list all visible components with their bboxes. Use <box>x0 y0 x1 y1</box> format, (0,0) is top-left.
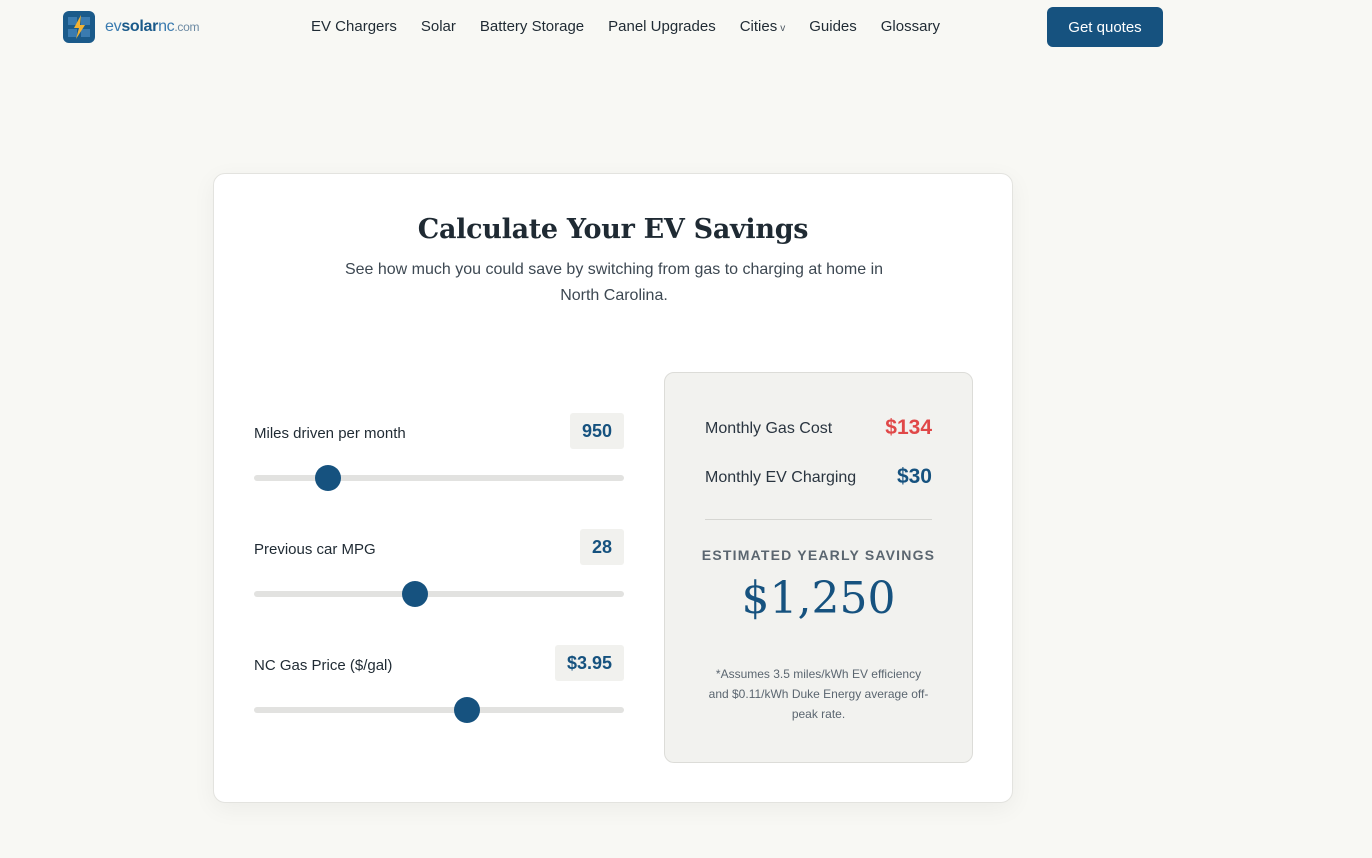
nav-ev-chargers[interactable]: EV Chargers <box>311 18 397 38</box>
gas-price-slider-value: $3.95 <box>554 645 624 681</box>
nav-battery-storage[interactable]: Battery Storage <box>480 18 584 38</box>
mpg-slider-value: 28 <box>579 529 624 565</box>
get-quotes-button[interactable]: Get quotes <box>1047 7 1163 47</box>
gas-price-slider-label: NC Gas Price ($/gal) <box>254 657 393 674</box>
monthly-gas-cost-row: Monthly Gas Cost $134 <box>705 414 932 444</box>
calculator-title: Calculate Your EV Savings <box>417 214 809 245</box>
monthly-ev-charging-value: $30 <box>896 465 932 488</box>
site-logo[interactable]: evsolarnc.com <box>63 11 199 43</box>
bolt-solar-panel-icon <box>63 11 95 43</box>
mpg-slider-thumb[interactable] <box>401 581 428 607</box>
assumptions-footnote: *Assumes 3.5 miles/kWh EV efficiency and… <box>708 667 929 721</box>
mpg-slider-group: Previous car MPG 28 <box>254 529 624 609</box>
site-header: evsolarnc.com EV Chargers Solar Battery … <box>0 0 1372 56</box>
mpg-slider-track[interactable] <box>254 591 624 597</box>
main-nav: EV Chargers Solar Battery Storage Panel … <box>311 18 964 38</box>
nav-glossary[interactable]: Glossary <box>881 18 940 38</box>
miles-slider-label: Miles driven per month <box>254 425 406 442</box>
logo-wordmark: evsolarnc.com <box>105 18 200 35</box>
yearly-savings-label: ESTIMATED YEARLY SAVINGS <box>701 547 936 563</box>
nav-cities[interactable]: Cities v <box>740 18 786 38</box>
results-divider <box>705 519 932 520</box>
miles-slider-value: 950 <box>569 413 624 449</box>
monthly-ev-charging-label: Monthly EV Charging <box>705 469 857 486</box>
yearly-savings-value: $1,250 <box>741 573 896 624</box>
nav-guides[interactable]: Guides <box>809 18 857 38</box>
results-panel: Monthly Gas Cost $134 Monthly EV Chargin… <box>664 372 973 763</box>
nav-panel-upgrades[interactable]: Panel Upgrades <box>608 18 716 38</box>
gas-price-slider-track[interactable] <box>254 707 624 713</box>
gas-price-slider-thumb[interactable] <box>453 697 480 723</box>
nav-solar[interactable]: Solar <box>421 18 456 38</box>
nav-cities-label: Cities <box>739 18 778 35</box>
savings-calculator-card: Calculate Your EV Savings See how much y… <box>213 173 1013 803</box>
gas-price-slider-group: NC Gas Price ($/gal) $3.95 <box>254 645 624 725</box>
miles-slider-thumb[interactable] <box>315 465 341 491</box>
monthly-gas-cost-label: Monthly Gas Cost <box>705 420 833 437</box>
miles-slider-track[interactable] <box>254 475 624 481</box>
calculator-subtitle: See how much you could save by switching… <box>344 261 884 304</box>
monthly-gas-cost-value: $134 <box>885 416 932 439</box>
mpg-slider-label: Previous car MPG <box>254 541 376 558</box>
miles-slider-group: Miles driven per month 950 <box>254 413 624 493</box>
chevron-down-icon: v <box>780 23 786 34</box>
monthly-ev-charging-row: Monthly EV Charging $30 <box>705 463 932 493</box>
